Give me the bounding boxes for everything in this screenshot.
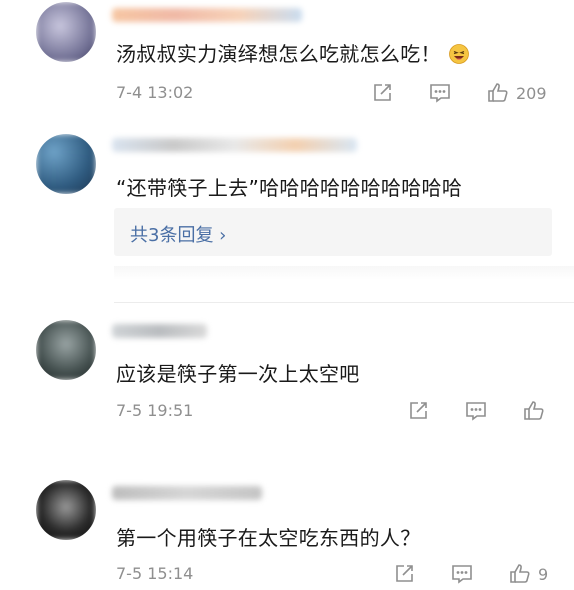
like-button[interactable]: 9 <box>508 561 548 587</box>
comment-item: 汤叔叔实力演绎想怎么吃就怎么吃！ 7-4 13:02 209 <box>0 0 574 120</box>
comment-text: “还带筷子上去”哈哈哈哈哈哈哈哈哈哈 <box>116 176 463 200</box>
comment-button[interactable] <box>464 398 488 424</box>
comment-button[interactable] <box>428 80 452 106</box>
share-icon <box>410 402 427 419</box>
comment-button[interactable] <box>450 561 474 587</box>
replies-box[interactable]: 共3条回复 › <box>114 208 552 256</box>
comment-icon <box>452 565 472 584</box>
comment-feed: 汤叔叔实力演绎想怎么吃就怎么吃！ 7-4 13:02 209 “还带筷子上去”哈… <box>0 0 574 590</box>
laughing-emoji-icon <box>448 44 469 64</box>
comment-text: 应该是筷子第一次上太空吧 <box>116 362 360 386</box>
username-blurred[interactable] <box>112 134 357 156</box>
avatar[interactable] <box>36 2 96 62</box>
thumbs-up-icon <box>510 564 530 583</box>
share-button[interactable] <box>392 561 416 587</box>
comment-icon <box>430 84 450 103</box>
username-blurred[interactable] <box>112 4 302 26</box>
divider <box>114 266 574 280</box>
comment-icon <box>466 402 486 421</box>
like-count: 209 <box>516 83 547 103</box>
share-button[interactable] <box>406 398 430 424</box>
comment-item: “还带筷子上去”哈哈哈哈哈哈哈哈哈哈 共3条回复 › <box>0 120 574 310</box>
avatar[interactable] <box>36 134 96 194</box>
like-button[interactable]: 209 <box>486 80 547 106</box>
comment-item: 第一个用筷子在太空吃东西的人？ 7-5 15:14 9 <box>0 450 574 590</box>
username-blurred[interactable] <box>112 320 207 342</box>
like-count: 9 <box>538 564 549 584</box>
comment-text: 第一个用筷子在太空吃东西的人？ <box>116 526 421 550</box>
divider <box>114 302 574 303</box>
comment-time: 7-5 19:51 <box>116 401 194 420</box>
avatar[interactable] <box>36 320 96 380</box>
view-replies-link[interactable]: 共3条回复 › <box>130 221 226 247</box>
thumbs-up-icon <box>488 83 508 102</box>
share-icon <box>374 84 391 101</box>
comment-time: 7-5 15:14 <box>116 564 194 583</box>
comment-item: 应该是筷子第一次上太空吧 7-5 19:51 <box>0 310 574 450</box>
comment-text: 汤叔叔实力演绎想怎么吃就怎么吃！ <box>116 38 469 67</box>
share-button[interactable] <box>370 80 394 106</box>
thumbs-up-icon <box>524 401 544 420</box>
username-blurred[interactable] <box>112 482 262 504</box>
avatar[interactable] <box>36 480 96 540</box>
share-icon <box>396 565 413 582</box>
like-button[interactable] <box>522 398 546 424</box>
comment-time: 7-4 13:02 <box>116 83 194 102</box>
